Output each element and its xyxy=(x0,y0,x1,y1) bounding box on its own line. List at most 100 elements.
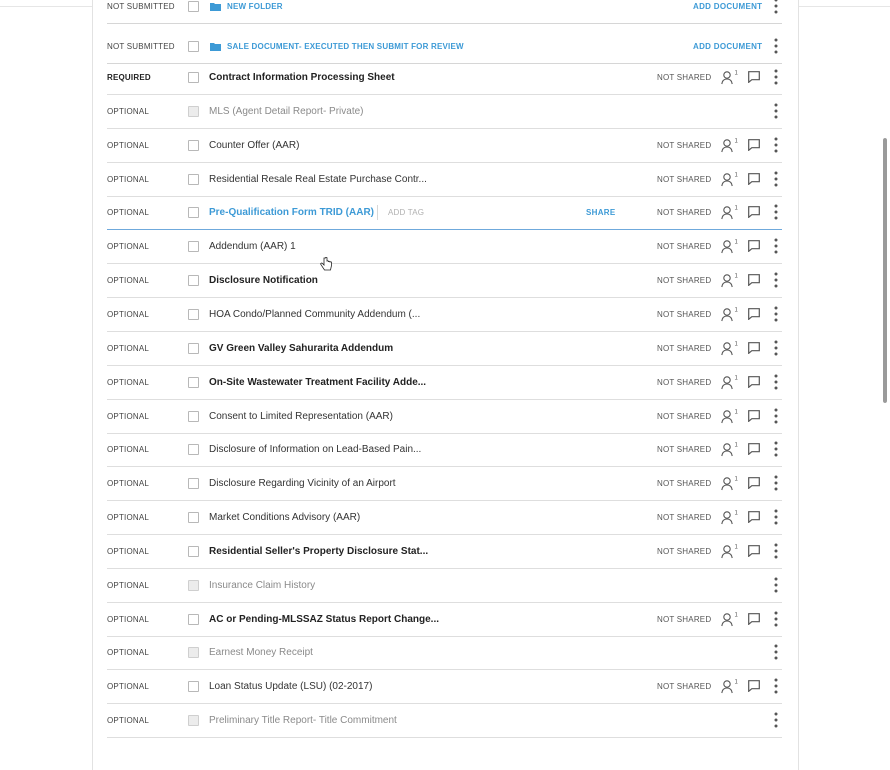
folder-row[interactable]: NOT SUBMITTED NEW FOLDER ADD DOCUMENT xyxy=(107,0,782,24)
user-count-icon[interactable]: 1 xyxy=(721,678,739,694)
document-checkbox[interactable] xyxy=(188,72,199,83)
add-document-link[interactable]: ADD DOCUMENT xyxy=(693,0,762,23)
more-vertical-icon[interactable] xyxy=(774,340,778,356)
document-row[interactable]: OPTIONAL Earnest Money Receipt xyxy=(107,636,782,671)
more-vertical-icon[interactable] xyxy=(774,69,778,85)
user-count-icon[interactable]: 1 xyxy=(721,441,739,457)
user-count-icon[interactable]: 1 xyxy=(721,238,739,254)
more-vertical-icon[interactable] xyxy=(774,543,778,559)
scrollbar-thumb[interactable] xyxy=(883,138,887,403)
document-name[interactable]: GV Green Valley Sahurarita Addendum xyxy=(209,332,393,365)
share-button[interactable]: SHARE xyxy=(586,196,616,229)
document-name[interactable]: Loan Status Update (LSU) (02-2017) xyxy=(209,670,372,703)
comment-icon[interactable] xyxy=(748,308,760,320)
comment-icon[interactable] xyxy=(748,341,760,354)
document-checkbox[interactable] xyxy=(188,478,199,490)
more-vertical-icon[interactable] xyxy=(774,374,778,390)
document-name[interactable]: Disclosure Regarding Vicinity of an Airp… xyxy=(209,467,396,500)
more-vertical-icon[interactable] xyxy=(774,441,778,457)
more-vertical-icon[interactable] xyxy=(774,204,778,220)
document-checkbox[interactable] xyxy=(188,715,199,727)
user-count-icon[interactable]: 1 xyxy=(721,374,739,390)
document-checkbox[interactable] xyxy=(188,308,199,320)
comment-icon[interactable] xyxy=(748,612,760,625)
comment-icon[interactable] xyxy=(748,274,760,287)
document-row[interactable]: REQUIRED Contract Information Processing … xyxy=(107,61,782,95)
document-checkbox[interactable] xyxy=(188,512,199,524)
comment-icon[interactable] xyxy=(748,138,760,151)
document-name[interactable]: Contract Information Processing Sheet xyxy=(209,61,395,94)
document-name[interactable]: Disclosure Notification xyxy=(209,264,318,297)
document-name[interactable]: On-Site Wastewater Treatment Facility Ad… xyxy=(209,366,426,399)
document-checkbox[interactable] xyxy=(188,647,199,659)
more-vertical-icon[interactable] xyxy=(774,272,778,288)
document-row[interactable]: OPTIONAL Counter Offer (AAR) NOT SHARED 1 xyxy=(107,129,782,163)
document-row[interactable]: OPTIONAL Preliminary Title Report- Title … xyxy=(107,704,782,739)
folder-checkbox[interactable] xyxy=(188,1,199,12)
document-checkbox[interactable] xyxy=(188,376,199,388)
document-checkbox[interactable] xyxy=(188,173,199,185)
comment-icon[interactable] xyxy=(748,375,760,388)
add-document-link[interactable]: ADD DOCUMENT xyxy=(693,30,762,63)
more-vertical-icon[interactable] xyxy=(774,238,778,254)
user-count-icon[interactable]: 1 xyxy=(721,475,739,491)
document-checkbox[interactable] xyxy=(188,241,199,253)
document-row[interactable]: OPTIONAL On-Site Wastewater Treatment Fac… xyxy=(107,366,782,400)
folder-row[interactable]: NOT SUBMITTED SALE DOCUMENT- EXECUTED TH… xyxy=(107,30,782,64)
document-row[interactable]: OPTIONAL Addendum (AAR) 1 NOT SHARED 1 xyxy=(107,230,782,265)
document-checkbox[interactable] xyxy=(188,613,199,625)
document-checkbox[interactable] xyxy=(188,579,199,591)
document-row[interactable]: OPTIONAL Disclosure of Information on Lea… xyxy=(107,433,782,468)
more-vertical-icon[interactable] xyxy=(774,678,778,694)
document-name[interactable]: Market Conditions Advisory (AAR) xyxy=(209,501,360,534)
document-name[interactable]: Residential Seller's Property Disclosure… xyxy=(209,535,428,568)
document-name[interactable]: Disclosure of Information on Lead-Based … xyxy=(209,433,421,466)
document-row[interactable]: OPTIONAL Consent to Limited Representatio… xyxy=(107,400,782,434)
user-count-icon[interactable]: 1 xyxy=(721,272,739,288)
more-vertical-icon[interactable] xyxy=(774,171,778,187)
user-count-icon[interactable]: 1 xyxy=(721,340,739,356)
user-count-icon[interactable]: 1 xyxy=(721,509,739,525)
document-checkbox[interactable] xyxy=(188,545,199,557)
document-name[interactable]: MLS (Agent Detail Report- Private) xyxy=(209,95,364,128)
document-row[interactable]: OPTIONAL MLS (Agent Detail Report- Privat… xyxy=(107,95,782,129)
folder-name[interactable]: SALE DOCUMENT- EXECUTED THEN SUBMIT FOR … xyxy=(227,30,464,63)
document-row[interactable]: OPTIONAL Insurance Claim History xyxy=(107,569,782,603)
document-row[interactable]: OPTIONAL HOA Condo/Planned Community Adde… xyxy=(107,298,782,332)
document-checkbox[interactable] xyxy=(188,139,199,151)
comment-icon[interactable] xyxy=(748,544,760,557)
folder-name[interactable]: NEW FOLDER xyxy=(227,0,283,23)
document-name[interactable]: AC or Pending-MLSSAZ Status Report Chang… xyxy=(209,603,439,636)
comment-icon[interactable] xyxy=(748,477,760,490)
user-count-icon[interactable]: 1 xyxy=(721,611,739,627)
document-name[interactable]: Residential Resale Real Estate Purchase … xyxy=(209,163,427,196)
more-vertical-icon[interactable] xyxy=(774,712,778,728)
user-count-icon[interactable]: 1 xyxy=(721,408,739,424)
comment-icon[interactable] xyxy=(748,443,760,456)
document-row[interactable]: OPTIONAL Disclosure Regarding Vicinity of… xyxy=(107,467,782,502)
document-checkbox[interactable] xyxy=(188,410,199,422)
more-vertical-icon[interactable] xyxy=(774,408,778,424)
comment-icon[interactable] xyxy=(748,680,760,693)
more-vertical-icon[interactable] xyxy=(774,137,778,153)
document-row[interactable]: OPTIONAL Loan Status Update (LSU) (02-201… xyxy=(107,670,782,705)
document-name[interactable]: Insurance Claim History xyxy=(209,569,315,602)
folder-checkbox[interactable] xyxy=(188,41,199,52)
document-row[interactable]: OPTIONAL Pre-Qualification Form TRID (AAR… xyxy=(107,196,782,231)
more-vertical-icon[interactable] xyxy=(774,103,778,119)
document-checkbox[interactable] xyxy=(188,681,199,693)
document-name[interactable]: Consent to Limited Representation (AAR) xyxy=(209,400,393,433)
document-row[interactable]: OPTIONAL Market Conditions Advisory (AAR)… xyxy=(107,501,782,536)
document-name[interactable]: Pre-Qualification Form TRID (AAR) xyxy=(209,196,374,229)
more-vertical-icon[interactable] xyxy=(774,611,778,627)
user-count-icon[interactable]: 1 xyxy=(721,137,739,153)
user-count-icon[interactable]: 1 xyxy=(721,543,739,559)
more-vertical-icon[interactable] xyxy=(774,38,778,54)
document-checkbox[interactable] xyxy=(188,342,199,354)
document-name[interactable]: Counter Offer (AAR) xyxy=(209,129,299,162)
document-row[interactable]: OPTIONAL Residential Seller's Property Di… xyxy=(107,535,782,569)
document-name[interactable]: Addendum (AAR) 1 xyxy=(209,230,296,263)
comment-icon[interactable] xyxy=(748,172,760,185)
user-count-icon[interactable]: 1 xyxy=(721,69,739,85)
comment-icon[interactable] xyxy=(748,511,760,524)
